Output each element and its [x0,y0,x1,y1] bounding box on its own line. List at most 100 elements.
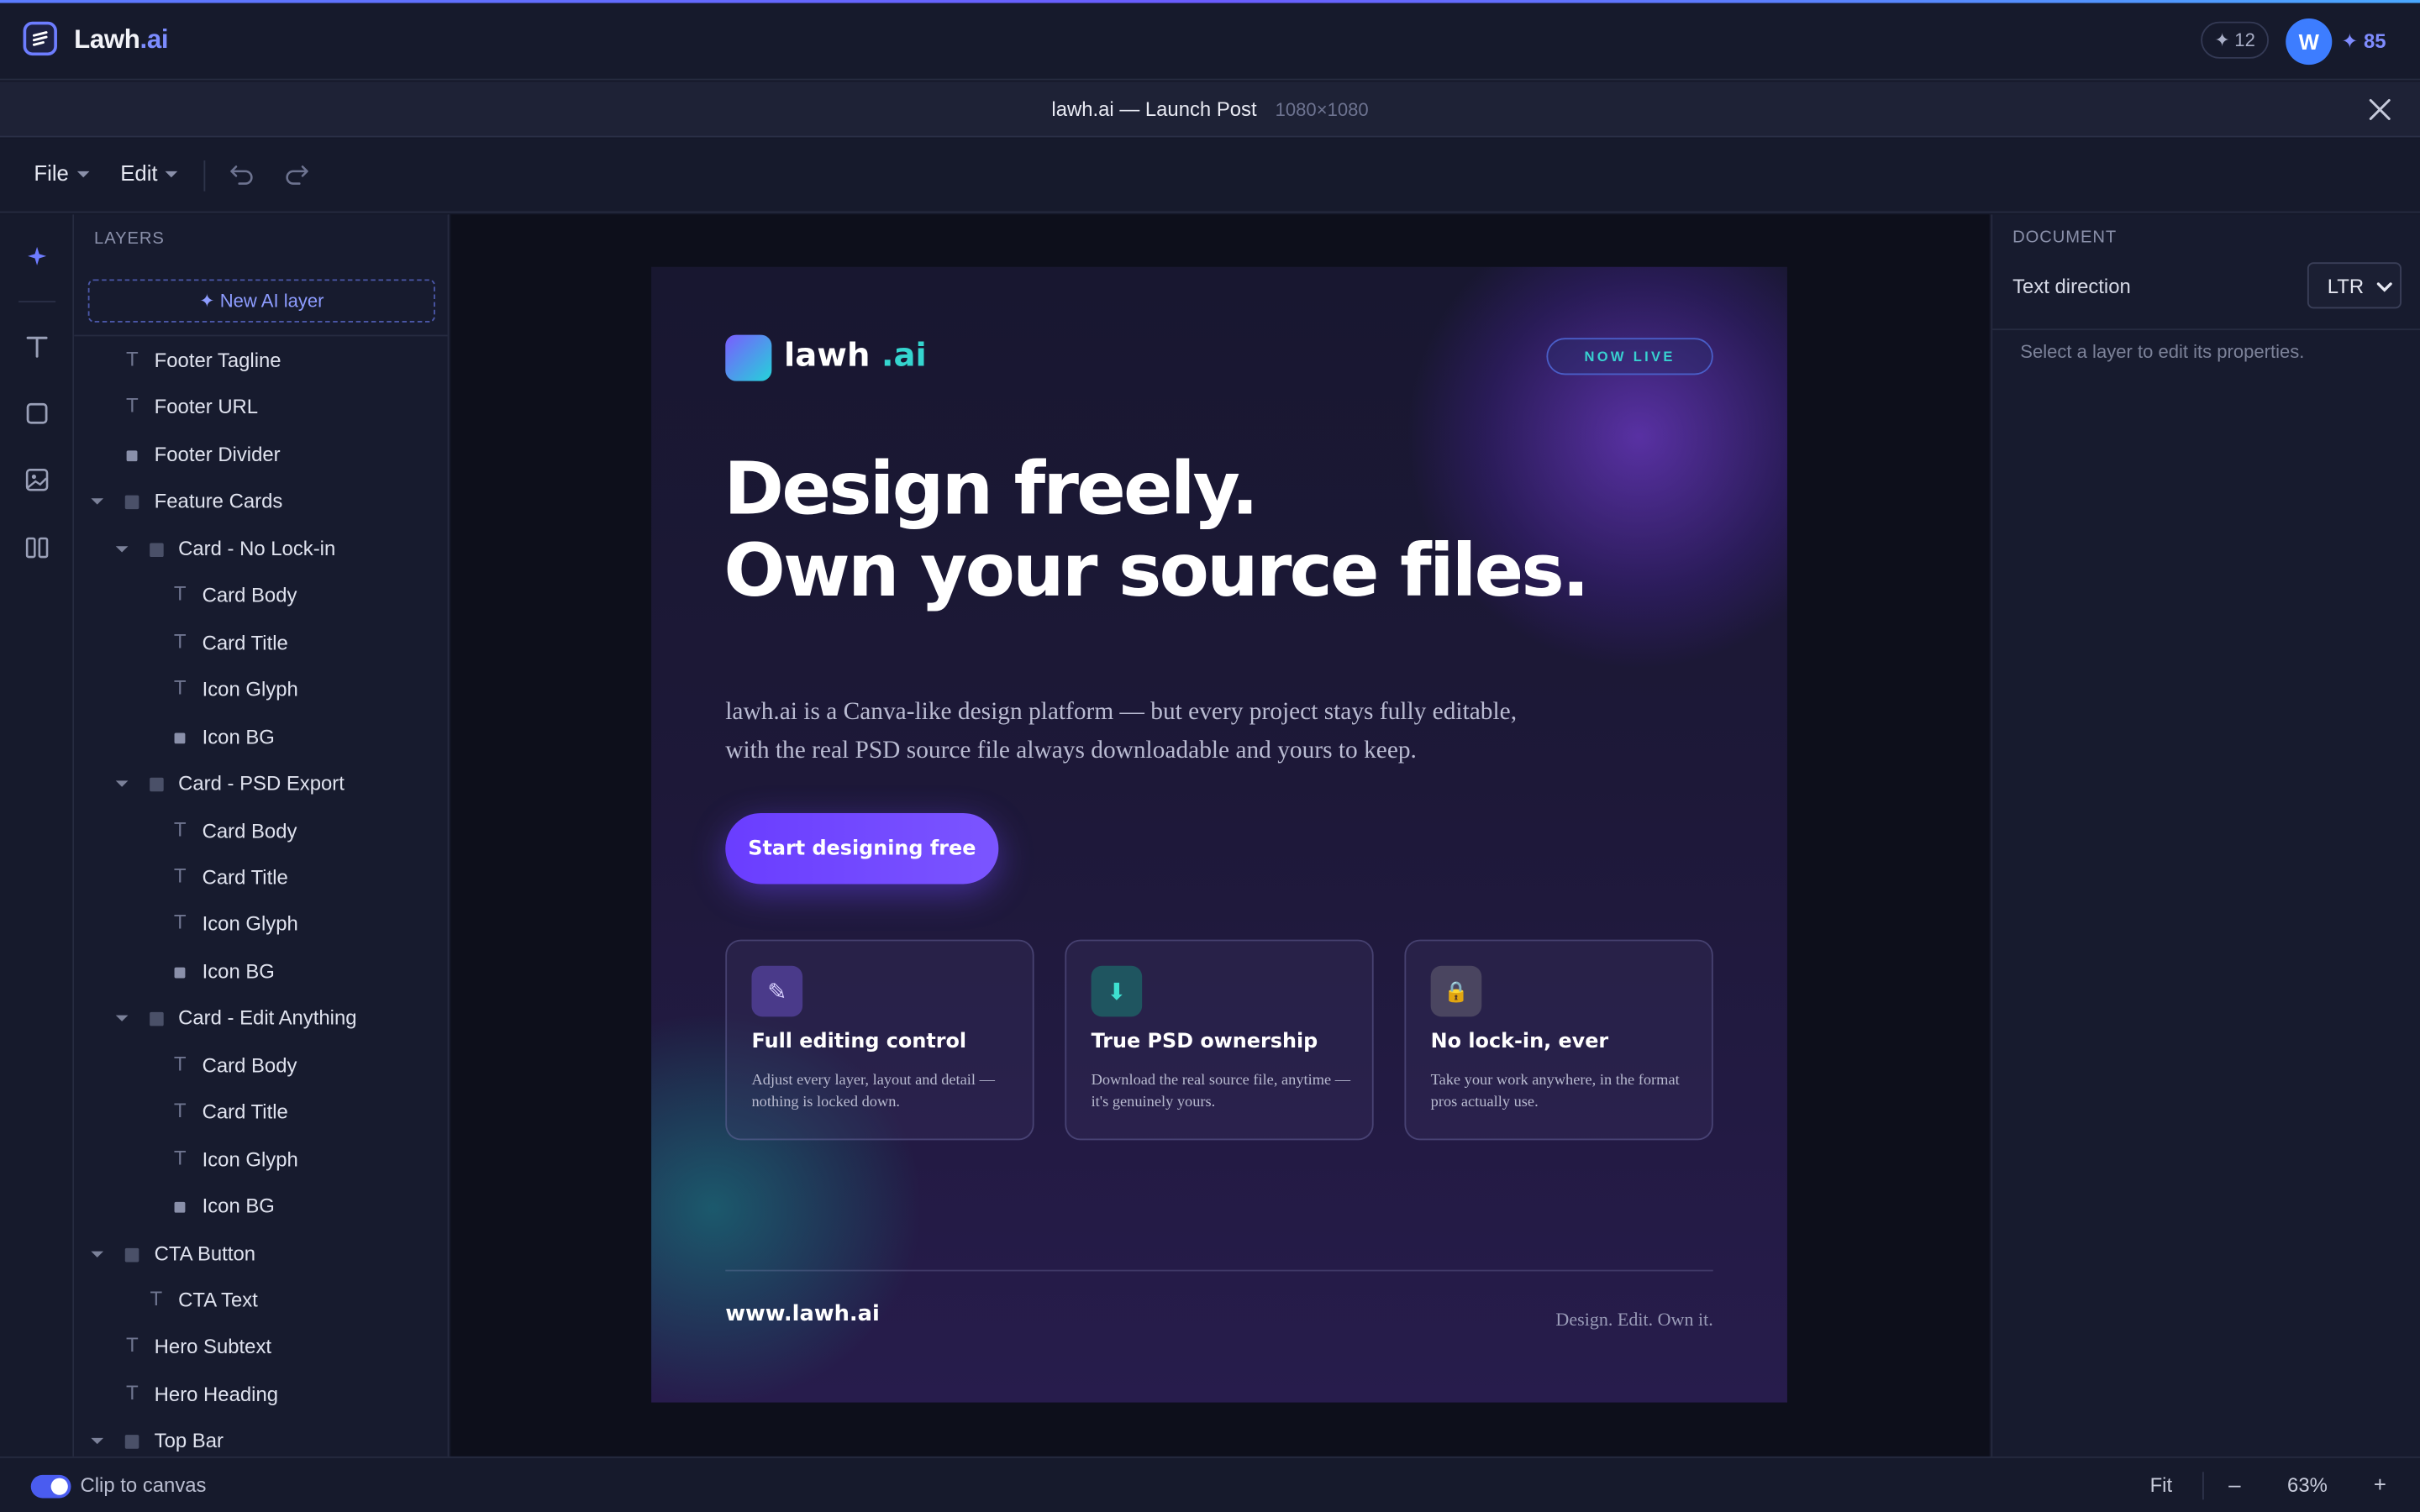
text-direction-label: Text direction [2012,274,2131,298]
layer-row[interactable]: Card - Edit Anything [74,995,447,1042]
chevron-down-icon[interactable] [114,780,128,787]
layer-row[interactable]: T Hero Heading [74,1372,447,1418]
layer-row[interactable]: T Footer Tagline [74,338,447,384]
layer-row[interactable]: Icon BG [74,714,447,760]
chevron-down-icon[interactable] [114,545,128,553]
text-layer-icon: T [174,912,187,934]
text-direction-select[interactable]: LTR [2307,262,2402,309]
sparkle-icon: ✦ [2341,29,2359,53]
layer-label: Icon BG [202,1194,275,1218]
layer-label: Footer Tagline [154,349,281,372]
shape-layer-icon [126,450,138,461]
layer-row[interactable]: T Hero Subtext [74,1325,447,1371]
layer-row[interactable]: CTA Button [74,1231,447,1277]
artboard[interactable]: lawh .ai NOW LIVE Design freely. Own you… [651,266,1787,1403]
text-layer-icon: T [174,1100,187,1122]
chevron-down-icon[interactable] [91,1250,104,1257]
chevron-down-icon[interactable] [114,1016,128,1022]
footer-divider[interactable] [725,1269,1713,1272]
text-layer-icon: T [174,818,187,841]
zoom-level: 63% [2287,1473,2328,1497]
layer-row[interactable]: T Card Title [74,854,447,900]
layer-row[interactable]: Icon BG [74,1184,447,1230]
text-layer-icon: T [174,1053,187,1075]
document-title: lawh.ai — Launch Post 1080×1080 [1051,97,1369,121]
layer-row[interactable]: Card - No Lock-in [74,526,447,572]
footer-url[interactable]: www.lawh.ai [725,1302,880,1326]
layer-label: Icon BG [202,959,275,983]
pencil-icon: ✎ [751,965,803,1017]
layer-row[interactable]: T Card Body [74,573,447,619]
ai-sparkle-icon[interactable] [24,242,51,270]
hero-heading-line-2: Own your source files. [723,529,1589,615]
points-balance[interactable]: ✦ 85 [2341,29,2386,54]
download-arrow-icon: ⬇ [1091,965,1143,1017]
layer-row[interactable]: T Card Title [74,1089,447,1136]
layer-row[interactable]: Top Bar [74,1419,447,1457]
layer-row[interactable]: T CTA Text [74,1278,447,1324]
layer-row[interactable]: Icon BG [74,948,447,995]
text-tool-icon[interactable] [24,333,51,361]
layer-row[interactable]: T Icon Glyph [74,667,447,713]
hero-heading[interactable]: Design freely. Own your source files. [723,449,1589,615]
clip-to-canvas-toggle[interactable] [30,1474,71,1499]
layer-row[interactable]: Card - PSD Export [74,761,447,807]
card-title: Full editing control [751,1030,967,1054]
properties-divider [1992,328,2420,331]
artboard-logo-text[interactable]: lawh .ai [784,336,927,373]
layer-row[interactable]: T Card Body [74,808,447,854]
fit-button[interactable]: Fit [2150,1473,2173,1497]
layer-label: Footer URL [154,396,259,419]
layer-row[interactable]: T Card Body [74,1042,447,1089]
shape-tool-icon[interactable] [24,400,51,428]
layer-row[interactable]: Feature Cards [74,479,447,525]
layer-row[interactable]: T Card Title [74,620,447,666]
credits-badge[interactable]: ✦ 12 [2201,21,2269,59]
layers-panel: LAYERS ✦ New AI layer T Footer Tagline T Fo… [74,214,450,1457]
undo-icon[interactable] [229,160,256,188]
layer-row[interactable]: T Icon Glyph [74,1137,447,1183]
chevron-down-icon [165,171,178,178]
user-avatar[interactable]: W [2286,18,2333,66]
group-layer-icon [149,1012,163,1026]
hero-subtext[interactable]: lawh.ai is a Canva-like design platform … [725,695,1543,770]
now-live-badge[interactable]: NOW LIVE [1546,338,1713,375]
close-icon[interactable] [2365,94,2396,125]
layer-label: Feature Cards [154,489,283,513]
cta-button[interactable]: Start designing free [725,812,999,885]
chevron-down-icon[interactable] [91,498,104,506]
new-ai-layer-button[interactable]: ✦ New AI layer [87,279,435,323]
zoom-out-button[interactable]: – [2228,1472,2240,1496]
redo-icon[interactable] [282,160,310,188]
canvas-area[interactable]: lawh .ai NOW LIVE Design freely. Own you… [450,214,1990,1457]
layer-row[interactable]: T Footer URL [74,385,447,431]
footer-tagline[interactable]: Design. Edit. Own it. [1454,1309,1712,1332]
text-layer-icon: T [174,583,187,606]
layer-label: Card Body [202,583,297,607]
feature-card-editing[interactable]: ✎ Full editing control Adjust every laye… [725,939,1034,1141]
templates-tool-icon[interactable] [24,534,51,562]
chevron-down-icon[interactable] [91,1438,104,1445]
feature-card-lockin[interactable]: 🔒 No lock-in, ever Take your work anywhe… [1404,939,1713,1141]
layer-row[interactable]: Footer Divider [74,432,447,478]
text-layer-icon: T [174,865,187,888]
layer-row[interactable]: T Icon Glyph [74,901,447,948]
text-layer-icon: T [126,396,139,417]
zoom-in-button[interactable]: + [2374,1472,2386,1496]
edit-menu-button[interactable]: Edit [120,160,178,185]
text-layer-icon: T [174,630,187,653]
file-menu-button[interactable]: File [34,160,89,185]
app-logo-icon[interactable] [23,21,57,56]
group-layer-icon [149,543,163,557]
layer-label: Footer Divider [154,442,281,466]
artboard-logo-mark[interactable] [725,334,772,381]
feature-card-psd[interactable]: ⬇ True PSD ownership Download the real s… [1065,939,1374,1141]
image-tool-icon[interactable] [24,466,51,494]
layer-label: Hero Subtext [154,1335,272,1359]
chevron-down-icon [76,171,89,178]
text-layer-icon: T [126,1335,139,1357]
brand-name[interactable]: Lawh.ai [74,24,168,55]
status-bar: Clip to canvas Fit – 63% + [0,1456,2420,1512]
group-layer-icon [124,1247,139,1262]
toolbar: File Edit [0,139,2420,213]
